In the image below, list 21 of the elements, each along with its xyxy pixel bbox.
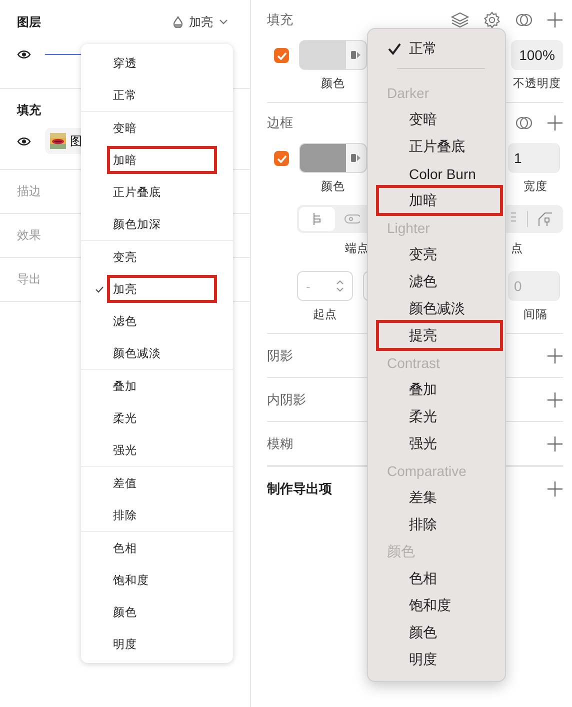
menu-header: Darker xyxy=(386,84,430,102)
menu-header: Contrast xyxy=(386,354,441,372)
section-title: 填充 xyxy=(17,102,41,118)
menu-header: Lighter xyxy=(386,218,431,238)
field-label: 端点 xyxy=(345,242,369,257)
section-title: 内阴影 xyxy=(267,390,306,408)
section-title: 制作导出项 xyxy=(267,480,332,498)
field-label: 颜色 xyxy=(321,76,345,91)
section-title: 阴影 xyxy=(267,346,293,364)
section-title: 边框 xyxy=(267,114,293,132)
section-title: 填充 xyxy=(267,11,293,29)
field-label: 间隔 xyxy=(524,308,548,322)
menu-header: 颜色 xyxy=(386,542,416,560)
section-title: 图层 xyxy=(17,14,41,30)
section-title: 模糊 xyxy=(267,434,293,452)
menu-header: Comparative xyxy=(386,462,468,481)
field-label: 宽度 xyxy=(524,179,548,194)
field-label: 点 xyxy=(511,242,523,257)
field-label: 颜色 xyxy=(321,180,345,194)
field-label: 不透明度 xyxy=(513,76,561,91)
field-label: 起点 xyxy=(313,308,337,322)
